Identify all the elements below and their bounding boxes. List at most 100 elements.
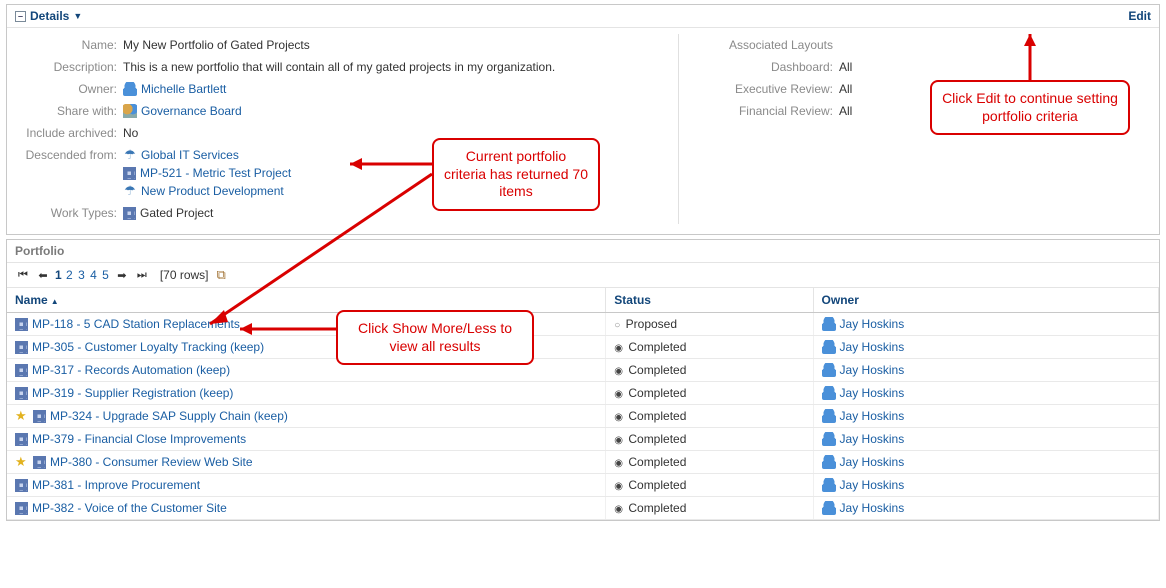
field-value: Michelle Bartlett: [123, 82, 666, 96]
pager-last-button[interactable]: ⏭: [134, 267, 150, 283]
owner-link[interactable]: Jay Hoskins: [840, 432, 905, 446]
field-value: No: [123, 126, 666, 140]
pager-page-link[interactable]: 3: [78, 268, 85, 282]
descended-from-link[interactable]: MP-521 - Metric Test Project: [140, 166, 291, 180]
owner-link[interactable]: Jay Hoskins: [840, 455, 905, 469]
project-link[interactable]: MP-380 - Consumer Review Web Site: [50, 455, 253, 469]
associated-layout-label: Financial Review:: [699, 104, 839, 118]
associated-layout-label: Executive Review:: [699, 82, 839, 96]
pager-first-button[interactable]: ⏮: [15, 267, 31, 283]
associated-layout-row: Financial Review:All: [699, 100, 1159, 122]
column-header-name[interactable]: Name▲: [7, 288, 606, 313]
field-include-archived: Include archived: No: [7, 122, 666, 144]
project-icon: [15, 318, 28, 331]
project-icon: [15, 433, 28, 446]
table-row: MP-118 - 5 CAD Station Replacements ○ Pro…: [7, 313, 1159, 336]
project-link[interactable]: MP-379 - Financial Close Improvements: [32, 432, 246, 446]
pager-page-link[interactable]: 2: [66, 268, 73, 282]
user-icon: [822, 386, 836, 400]
project-link[interactable]: MP-317 - Records Automation (keep): [32, 363, 230, 377]
owner-link[interactable]: Michelle Bartlett: [141, 82, 226, 96]
show-more-less-button[interactable]: [217, 268, 231, 282]
status-open-icon: ○: [614, 320, 620, 331]
status-text: Completed: [625, 501, 686, 515]
status-check-icon: ◉: [614, 412, 623, 423]
project-link[interactable]: MP-118 - 5 CAD Station Replacements: [32, 317, 240, 331]
pager-page-link[interactable]: 5: [102, 268, 109, 282]
status-check-icon: ◉: [614, 481, 623, 492]
status-check-icon: ◉: [614, 458, 623, 469]
status-check-icon: ◉: [614, 366, 623, 377]
collapse-icon: –: [15, 11, 26, 22]
share-with-link[interactable]: Governance Board: [141, 104, 242, 118]
project-link[interactable]: MP-381 - Improve Procurement: [32, 478, 200, 492]
work-types-value: Gated Project: [140, 206, 213, 220]
details-body: Name: My New Portfolio of Gated Projects…: [7, 28, 1159, 234]
associated-layout-value: All: [839, 104, 852, 118]
owner-link[interactable]: Jay Hoskins: [840, 501, 905, 515]
details-header: – Details ▼ Edit: [7, 5, 1159, 28]
project-icon: [123, 207, 136, 220]
descended-from-link[interactable]: New Product Development: [141, 184, 284, 198]
status-text: Completed: [625, 478, 686, 492]
pager-prev-button[interactable]: ⬅: [35, 267, 51, 283]
table-row: MP-324 - Upgrade SAP Supply Chain (keep)…: [7, 405, 1159, 428]
group-icon: [123, 104, 137, 118]
portfolio-grid: Name▲ Status Owner MP-118 - 5 CAD Statio…: [7, 288, 1159, 520]
owner-link[interactable]: Jay Hoskins: [840, 386, 905, 400]
project-icon: [15, 387, 28, 400]
field-label: Name:: [7, 38, 123, 52]
portfolio-panel: Portfolio ⏮ ⬅ 1 2 3 4 5 ➡ ⏭ [70 rows] Na…: [6, 239, 1160, 521]
field-value: Governance Board: [123, 104, 666, 118]
field-label: Owner:: [7, 82, 123, 96]
details-right-column: Associated Layouts Dashboard:AllExecutiv…: [679, 34, 1159, 224]
status-check-icon: ◉: [614, 504, 623, 515]
descended-from-link[interactable]: Global IT Services: [141, 148, 239, 162]
portfolio-header: Portfolio: [7, 240, 1159, 263]
associated-layout-value: All: [839, 60, 852, 74]
project-link[interactable]: MP-324 - Upgrade SAP Supply Chain (keep): [50, 409, 288, 423]
chevron-down-icon: ▼: [73, 11, 82, 21]
associated-layouts-heading: Associated Layouts: [699, 38, 839, 52]
pager-next-button[interactable]: ➡: [114, 267, 130, 283]
column-header-status[interactable]: Status: [606, 288, 813, 313]
table-row: MP-305 - Customer Loyalty Tracking (keep…: [7, 336, 1159, 359]
field-label: Description:: [7, 60, 123, 74]
star-icon: [15, 455, 29, 469]
status-text: Completed: [625, 432, 686, 446]
owner-link[interactable]: Jay Hoskins: [840, 409, 905, 423]
status-check-icon: ◉: [614, 343, 623, 354]
user-icon: [822, 478, 836, 492]
project-icon: [15, 502, 28, 515]
details-left-column: Name: My New Portfolio of Gated Projects…: [7, 34, 679, 224]
project-link[interactable]: MP-319 - Supplier Registration (keep): [32, 386, 233, 400]
associated-layout-row: Dashboard:All: [699, 56, 1159, 78]
user-icon: [123, 82, 137, 96]
owner-link[interactable]: Jay Hoskins: [840, 340, 905, 354]
column-header-owner[interactable]: Owner: [813, 288, 1158, 313]
table-row: MP-381 - Improve Procurement ◉ Completed J…: [7, 474, 1159, 497]
associated-layouts-heading-row: Associated Layouts: [699, 34, 1159, 56]
project-link[interactable]: MP-305 - Customer Loyalty Tracking (keep…: [32, 340, 264, 354]
table-row: MP-382 - Voice of the Customer Site ◉ Com…: [7, 497, 1159, 520]
owner-link[interactable]: Jay Hoskins: [840, 317, 905, 331]
associated-layout-label: Dashboard:: [699, 60, 839, 74]
pager-page-current: 1: [55, 268, 62, 282]
descended-from-item: MP-521 - Metric Test Project: [123, 166, 666, 180]
field-owner: Owner: Michelle Bartlett: [7, 78, 666, 100]
field-label: Descended from:: [7, 148, 123, 162]
project-link[interactable]: MP-382 - Voice of the Customer Site: [32, 501, 227, 515]
umbrella-icon: [123, 184, 137, 198]
edit-link[interactable]: Edit: [1128, 9, 1151, 23]
status-text: Proposed: [622, 317, 677, 331]
pager-rows-label: [70 rows]: [160, 268, 209, 282]
umbrella-icon: [123, 148, 137, 162]
field-work-types: Work Types: Gated Project: [7, 202, 666, 224]
pager-page-link[interactable]: 4: [90, 268, 97, 282]
field-value: Gated Project: [123, 206, 666, 220]
owner-link[interactable]: Jay Hoskins: [840, 478, 905, 492]
owner-link[interactable]: Jay Hoskins: [840, 363, 905, 377]
details-toggle[interactable]: – Details ▼: [15, 9, 82, 23]
user-icon: [822, 363, 836, 377]
pager-pages: 1 2 3 4 5: [55, 268, 110, 282]
